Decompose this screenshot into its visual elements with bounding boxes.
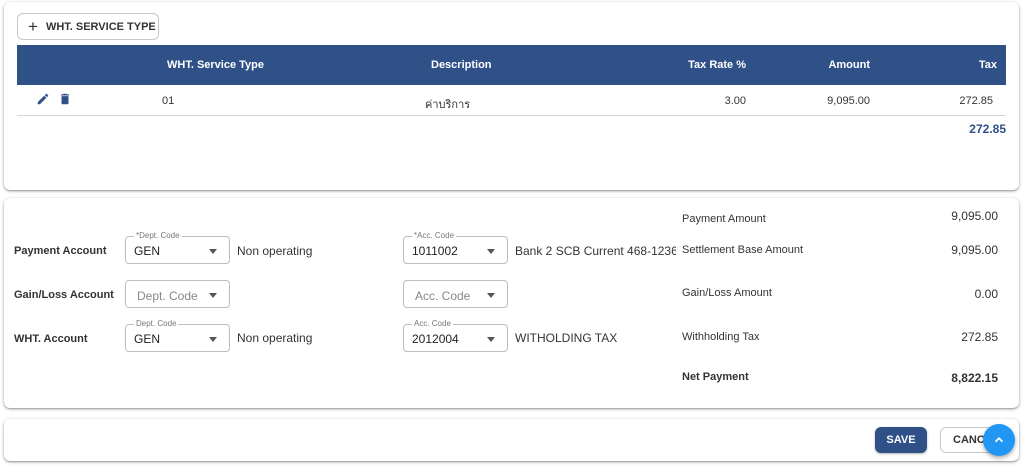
- total-tax: 272.85: [969, 122, 1006, 136]
- header-tax: Tax: [978, 59, 997, 71]
- wht-dept-code-floating-label: Dept. Code: [134, 319, 179, 329]
- settlement-base-amount-value: 9,095.00: [951, 243, 998, 257]
- net-payment-value: 8,822.15: [951, 371, 998, 385]
- chevron-down-icon: [209, 337, 217, 342]
- pencil-icon[interactable]: [36, 92, 50, 106]
- gain-loss-acc-code-placeholder: Acc. Code: [415, 289, 471, 303]
- payment-acc-code-select[interactable]: *Acc. Code 1011002: [403, 231, 508, 264]
- gain-loss-acc-code-select[interactable]: Acc. Code: [403, 280, 508, 308]
- wht-acc-code-value: 2012004: [412, 332, 459, 346]
- chevron-down-icon: [487, 293, 495, 298]
- payment-dept-code-value: GEN: [134, 244, 161, 258]
- chevron-down-icon: [487, 249, 495, 254]
- chevron-down-icon: [209, 249, 217, 254]
- table-header: WHT. Service Type Description Tax Rate %…: [17, 45, 1006, 85]
- chevron-down-icon: [209, 293, 217, 298]
- row-tax: 272.85: [959, 95, 993, 107]
- payment-dept-code-floating-label: *Dept. Code: [134, 231, 182, 241]
- payment-acc-code-value: 1011002: [412, 244, 458, 258]
- payment-dept-name: Non operating: [237, 244, 313, 258]
- header-description: Description: [431, 59, 492, 71]
- payment-acc-name: Bank 2 SCB Current 468-12369: [515, 244, 676, 258]
- gain-loss-dept-code-placeholder: Dept. Code: [137, 289, 198, 303]
- gain-loss-amount-label: Gain/Loss Amount: [682, 287, 772, 299]
- chevron-down-icon: [487, 337, 495, 342]
- table-row: 01 ค่าบริการ 3.00 9,095.00 272.85: [17, 86, 1006, 116]
- payment-acc-code-floating-label: *Acc. Code: [412, 231, 457, 241]
- payment-dept-code-select[interactable]: *Dept. Code GEN: [125, 231, 230, 264]
- wht-acc-name: WITHOLDING TAX: [515, 331, 618, 345]
- payment-amount-label: Payment Amount: [682, 213, 766, 225]
- add-wht-service-type-label: WHT. SERVICE TYPE: [45, 20, 156, 33]
- wht-dept-code-value: GEN: [134, 332, 161, 346]
- add-wht-service-type-button[interactable]: + WHT. SERVICE TYPE: [17, 13, 159, 40]
- gain-loss-account-label: Gain/Loss Account: [14, 289, 114, 301]
- gain-loss-dept-code-select[interactable]: Dept. Code: [125, 280, 230, 308]
- wht-dept-code-select[interactable]: Dept. Code GEN: [125, 319, 230, 352]
- wht-account-label: WHT. Account: [14, 333, 88, 345]
- chevron-up-icon: [994, 437, 1004, 443]
- row-service-type: 01: [162, 95, 175, 107]
- row-amount: 9,095.00: [827, 95, 870, 107]
- save-button[interactable]: SAVE: [875, 427, 927, 453]
- withholding-tax-label: Withholding Tax: [682, 331, 760, 343]
- wht-acc-code-floating-label: Acc. Code: [412, 319, 453, 329]
- row-description: ค่าบริการ: [425, 99, 471, 111]
- payment-amount-value: 9,095.00: [951, 209, 998, 223]
- net-payment-label: Net Payment: [682, 371, 749, 383]
- plus-icon: +: [28, 17, 38, 36]
- payment-account-label: Payment Account: [14, 245, 107, 257]
- actions-bar: [4, 419, 1019, 461]
- header-amount: Amount: [828, 59, 870, 71]
- row-tax-rate: 3.00: [724, 95, 746, 107]
- scroll-to-top-button[interactable]: [983, 424, 1015, 456]
- gain-loss-amount-value: 0.00: [974, 287, 998, 301]
- header-service-type: WHT. Service Type: [167, 59, 264, 71]
- withholding-tax-value: 272.85: [961, 330, 998, 344]
- trash-icon[interactable]: [58, 92, 72, 106]
- header-tax-rate: Tax Rate %: [688, 59, 746, 71]
- settlement-base-amount-label: Settlement Base Amount: [682, 244, 804, 256]
- wht-dept-name: Non operating: [237, 331, 313, 345]
- wht-acc-code-select[interactable]: Acc. Code 2012004: [403, 319, 508, 352]
